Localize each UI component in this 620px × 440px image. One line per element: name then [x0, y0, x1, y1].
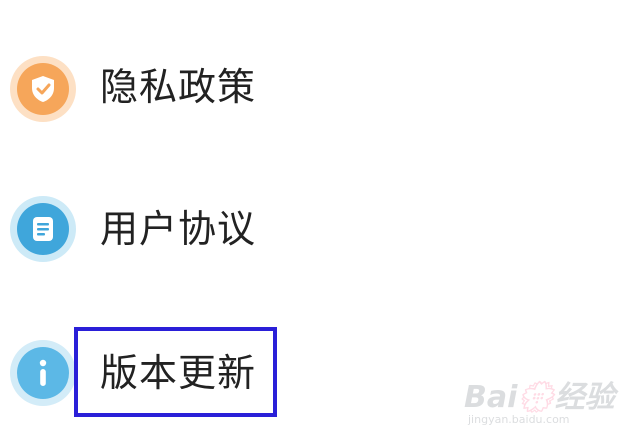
document-icon	[17, 203, 69, 255]
menu-item-label: 隐私政策	[100, 65, 257, 109]
version-icon-ring	[10, 340, 76, 406]
menu-item-privacy-policy[interactable]: 隐私政策	[0, 44, 620, 134]
agreement-icon-ring	[10, 196, 76, 262]
menu-item-label: 用户协议	[100, 207, 257, 251]
privacy-icon-ring	[10, 56, 76, 122]
menu-item-label: 版本更新	[100, 351, 257, 395]
shield-check-icon	[17, 63, 69, 115]
info-icon	[17, 347, 69, 399]
watermark-logo: Bai💮经验	[464, 380, 615, 415]
watermark-url: jingyan.baidu.com	[468, 413, 570, 426]
menu-item-user-agreement[interactable]: 用户协议	[0, 186, 620, 276]
watermark: Bai💮经验 jingyan.baidu.com	[464, 372, 615, 426]
